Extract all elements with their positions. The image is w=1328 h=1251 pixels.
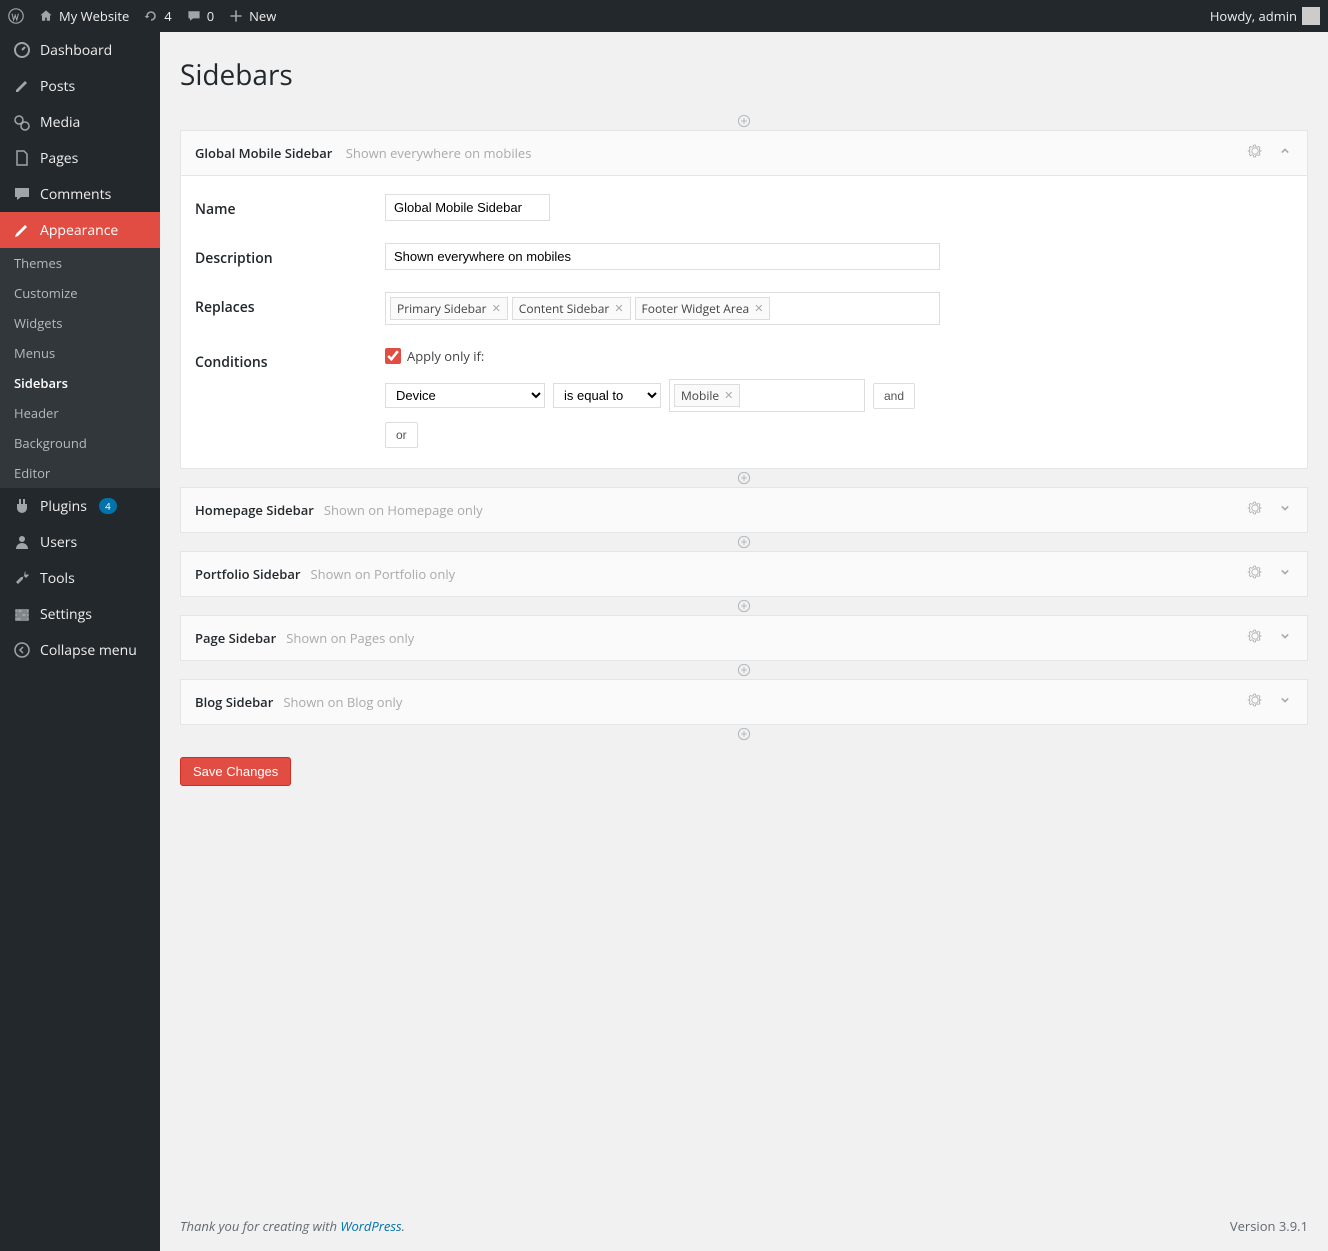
card-header[interactable]: Global Mobile Sidebar Shown everywhere o… xyxy=(181,131,1307,176)
submenu-editor[interactable]: Editor xyxy=(0,458,160,488)
or-button[interactable]: or xyxy=(385,422,418,448)
name-input[interactable] xyxy=(385,194,550,221)
sidebar-card-collapsed: Page SidebarShown on Pages only xyxy=(180,615,1308,661)
menu-media[interactable]: Media xyxy=(0,104,160,140)
footer-text: Thank you for creating with xyxy=(180,1217,340,1235)
submenu-header[interactable]: Header xyxy=(0,398,160,428)
replaces-field[interactable]: Primary Sidebar✕ Content Sidebar✕ Footer… xyxy=(385,292,940,325)
card-header[interactable]: Blog SidebarShown on Blog only xyxy=(181,680,1307,724)
sidebar-card-collapsed: Portfolio SidebarShown on Portfolio only xyxy=(180,551,1308,597)
page-title: Sidebars xyxy=(180,56,1308,94)
remove-tag-icon[interactable]: ✕ xyxy=(614,301,623,316)
site-link[interactable]: My Website xyxy=(38,7,129,25)
card-title: Global Mobile Sidebar xyxy=(195,144,332,162)
menu-users[interactable]: Users xyxy=(0,524,160,560)
save-button[interactable]: Save Changes xyxy=(180,757,291,786)
condition-attribute-select[interactable]: Device xyxy=(385,383,545,408)
description-input[interactable] xyxy=(385,243,940,270)
wp-logo[interactable] xyxy=(8,8,24,24)
gear-icon[interactable] xyxy=(1247,692,1263,712)
admin-footer: Thank you for creating with WordPress. V… xyxy=(180,1197,1308,1251)
apply-only-if-checkbox[interactable] xyxy=(385,348,401,364)
menu-settings[interactable]: Settings xyxy=(0,596,160,632)
wordpress-link[interactable]: WordPress xyxy=(340,1217,401,1235)
comments-count: 0 xyxy=(207,7,214,25)
submenu-widgets[interactable]: Widgets xyxy=(0,308,160,338)
menu-posts[interactable]: Posts xyxy=(0,68,160,104)
chevron-up-icon[interactable] xyxy=(1277,143,1293,163)
submenu-menus[interactable]: Menus xyxy=(0,338,160,368)
label-replaces: Replaces xyxy=(195,292,385,325)
add-sidebar-between[interactable] xyxy=(180,597,1308,615)
admin-sidebar: Dashboard Posts Media Pages Comments App… xyxy=(0,32,160,1251)
main-content: Sidebars Global Mobile Sidebar Shown eve… xyxy=(160,32,1328,1251)
howdy-label: Howdy, admin xyxy=(1210,7,1297,25)
remove-tag-icon[interactable]: ✕ xyxy=(492,301,501,316)
new-link[interactable]: New xyxy=(228,7,276,25)
card-header[interactable]: Portfolio SidebarShown on Portfolio only xyxy=(181,552,1307,596)
menu-pages[interactable]: Pages xyxy=(0,140,160,176)
site-name-label: My Website xyxy=(59,7,129,25)
plugins-badge: 4 xyxy=(99,498,117,514)
sidebars-list: Global Mobile Sidebar Shown everywhere o… xyxy=(180,130,1308,743)
gear-icon[interactable] xyxy=(1247,143,1263,163)
label-name: Name xyxy=(195,194,385,221)
menu-comments[interactable]: Comments xyxy=(0,176,160,212)
card-header[interactable]: Homepage SidebarShown on Homepage only xyxy=(181,488,1307,532)
chevron-down-icon[interactable] xyxy=(1277,628,1293,648)
submenu-background[interactable]: Background xyxy=(0,428,160,458)
replaces-tag: Footer Widget Area✕ xyxy=(635,297,771,320)
chevron-down-icon[interactable] xyxy=(1277,692,1293,712)
new-label: New xyxy=(249,7,276,25)
menu-tools[interactable]: Tools xyxy=(0,560,160,596)
label-conditions: Conditions xyxy=(195,347,385,448)
chevron-down-icon[interactable] xyxy=(1277,564,1293,584)
remove-tag-icon[interactable]: ✕ xyxy=(754,301,763,316)
avatar xyxy=(1302,7,1320,25)
label-description: Description xyxy=(195,243,385,270)
add-sidebar-top[interactable] xyxy=(180,112,1308,130)
remove-tag-icon[interactable]: ✕ xyxy=(724,388,733,403)
add-sidebar-between[interactable] xyxy=(180,533,1308,551)
collapse-menu[interactable]: Collapse menu xyxy=(0,632,160,668)
gear-icon[interactable] xyxy=(1247,564,1263,584)
submenu-customize[interactable]: Customize xyxy=(0,278,160,308)
submenu-appearance: Themes Customize Widgets Menus Sidebars … xyxy=(0,248,160,488)
submenu-sidebars[interactable]: Sidebars xyxy=(0,368,160,398)
card-desc: Shown everywhere on mobiles xyxy=(346,144,532,162)
sidebar-card-collapsed: Homepage SidebarShown on Homepage only xyxy=(180,487,1308,533)
sidebar-card-expanded: Global Mobile Sidebar Shown everywhere o… xyxy=(180,130,1308,469)
apply-only-if-label: Apply only if: xyxy=(407,347,484,365)
sidebar-card-collapsed: Blog SidebarShown on Blog only xyxy=(180,679,1308,725)
add-sidebar-bottom[interactable] xyxy=(180,725,1308,743)
chevron-down-icon[interactable] xyxy=(1277,500,1293,520)
add-sidebar-between[interactable] xyxy=(180,469,1308,487)
menu-plugins[interactable]: Plugins4 xyxy=(0,488,160,524)
add-sidebar-between[interactable] xyxy=(180,661,1308,679)
condition-operator-select[interactable]: is equal to xyxy=(553,383,661,408)
menu-dashboard[interactable]: Dashboard xyxy=(0,32,160,68)
updates-count: 4 xyxy=(164,7,171,25)
updates-link[interactable]: 4 xyxy=(143,7,171,25)
card-body: Name Description Replaces Primary Sideba… xyxy=(181,176,1307,468)
replaces-tag: Content Sidebar✕ xyxy=(512,297,631,320)
and-button[interactable]: and xyxy=(873,383,915,409)
comments-link[interactable]: 0 xyxy=(186,7,214,25)
submenu-themes[interactable]: Themes xyxy=(0,248,160,278)
menu-appearance[interactable]: Appearance xyxy=(0,212,160,248)
replaces-tag: Primary Sidebar✕ xyxy=(390,297,508,320)
condition-value-tag: Mobile✕ xyxy=(674,384,740,407)
howdy-link[interactable]: Howdy, admin xyxy=(1210,7,1320,25)
gear-icon[interactable] xyxy=(1247,500,1263,520)
version-label: Version 3.9.1 xyxy=(1230,1217,1308,1235)
condition-value-field[interactable]: Mobile✕ xyxy=(669,379,865,412)
card-header[interactable]: Page SidebarShown on Pages only xyxy=(181,616,1307,660)
admin-bar: My Website 4 0 New Howdy, admin xyxy=(0,0,1328,32)
gear-icon[interactable] xyxy=(1247,628,1263,648)
